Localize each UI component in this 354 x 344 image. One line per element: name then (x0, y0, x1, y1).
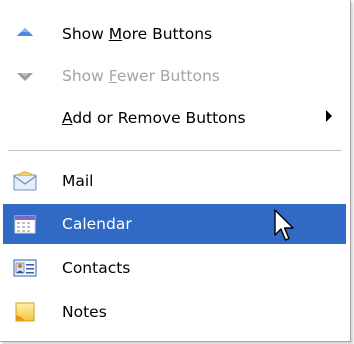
overflow-menu: Show More Buttons Show Fewer Buttons Add… (0, 0, 351, 342)
nav-item-mail-label: Mail (62, 172, 94, 190)
notes-icon (11, 298, 39, 326)
submenu-arrow-icon (326, 110, 332, 122)
show-fewer-buttons-item[interactable]: Show Fewer Buttons (3, 56, 346, 96)
nav-item-mail[interactable]: Mail (3, 161, 346, 201)
contacts-icon (11, 254, 39, 282)
mail-icon (11, 167, 39, 195)
nav-item-calendar-label: Calendar (62, 215, 132, 233)
show-fewer-buttons-label: Show Fewer Buttons (62, 67, 220, 85)
nav-item-notes[interactable]: Notes (3, 292, 346, 332)
nav-item-notes-label: Notes (62, 303, 107, 321)
add-remove-buttons-item[interactable]: Add or Remove Buttons (3, 98, 346, 138)
show-more-buttons-item[interactable]: Show More Buttons (3, 14, 346, 54)
mouse-pointer-icon (274, 209, 294, 241)
show-more-buttons-label: Show More Buttons (62, 25, 213, 43)
nav-item-contacts-label: Contacts (62, 259, 131, 277)
down-arrow-icon (11, 62, 39, 90)
up-arrow-icon (11, 20, 39, 48)
menu-separator (8, 150, 342, 151)
add-remove-buttons-label: Add or Remove Buttons (62, 109, 246, 127)
nav-item-contacts[interactable]: Contacts (3, 248, 346, 288)
calendar-icon (11, 210, 39, 238)
